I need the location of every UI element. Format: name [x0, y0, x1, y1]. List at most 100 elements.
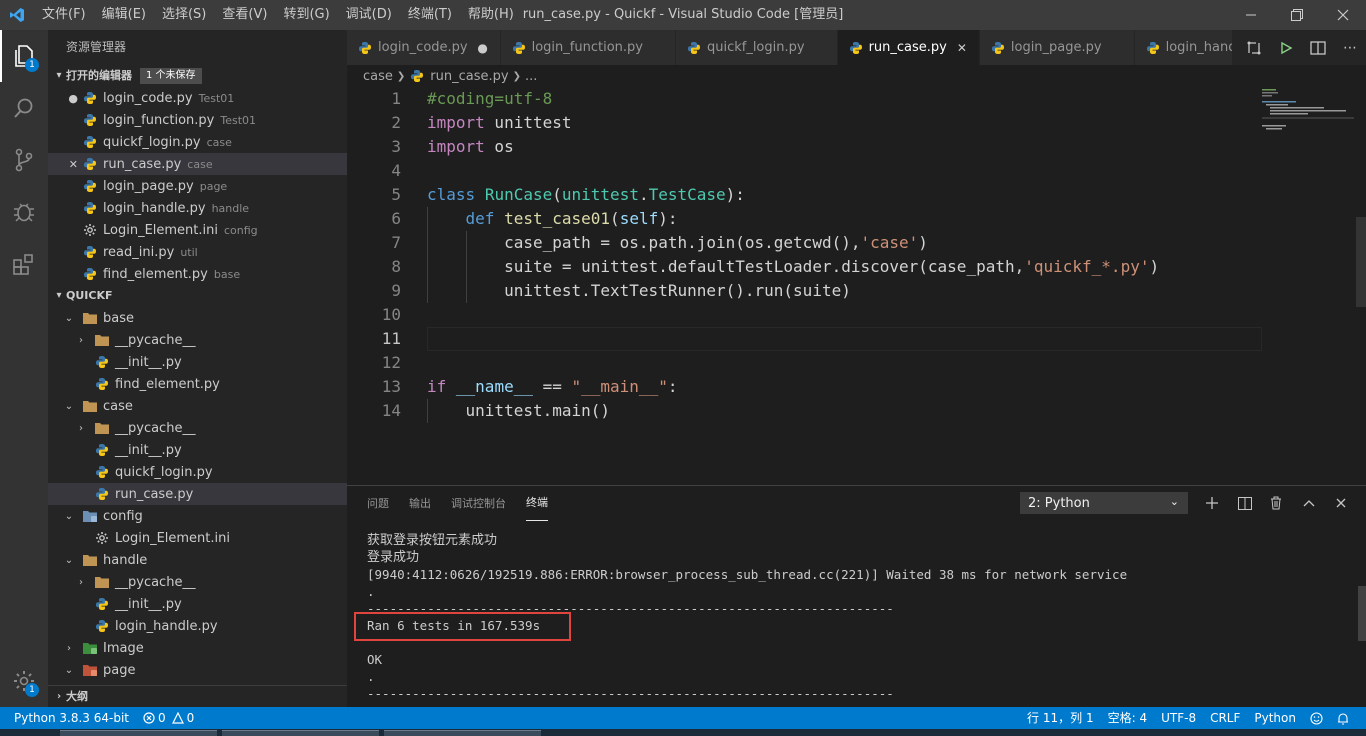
open-editor-item[interactable]: login_page.py page — [48, 175, 347, 197]
panel-tab[interactable]: 问题 — [367, 486, 389, 521]
open-editor-item[interactable]: quickf_login.py case — [48, 131, 347, 153]
unsaved-dot-icon[interactable]: ● — [48, 92, 82, 105]
outline-header[interactable]: › 大纲 — [48, 685, 347, 707]
tree-file[interactable]: login_handle.py — [48, 615, 347, 637]
extensions-icon[interactable] — [0, 238, 48, 290]
chevron-right-icon[interactable]: › — [74, 423, 88, 434]
tab-login-code[interactable]: login_code.py ● — [347, 30, 501, 65]
menu-item[interactable]: 调试(D) — [338, 0, 400, 30]
tree-file[interactable]: __init__.py — [48, 351, 347, 373]
menu-item[interactable]: 选择(S) — [154, 0, 214, 30]
taskbar-app[interactable] — [222, 730, 379, 736]
more-actions-icon[interactable]: ⋯ — [1334, 30, 1366, 65]
problems-indicator[interactable]: 0 0 — [136, 707, 201, 729]
minimize-icon[interactable] — [1228, 0, 1274, 30]
settings-gear-icon[interactable]: 1 — [0, 655, 48, 707]
tab-run-case[interactable]: run_case.py ✕ — [837, 30, 980, 65]
menu-item[interactable]: 查看(V) — [214, 0, 275, 30]
chevron-down-icon[interactable]: ⌄ — [62, 401, 76, 412]
panel-tab[interactable]: 输出 — [409, 486, 431, 521]
editor-scrollbar[interactable] — [1356, 217, 1366, 307]
tree-folder[interactable]: ⌄ page — [48, 659, 347, 681]
open-editor-item[interactable]: login_handle.py handle — [48, 197, 347, 219]
source-control-icon[interactable] — [0, 134, 48, 186]
notifications-bell-icon[interactable] — [1330, 707, 1356, 729]
tree-file[interactable]: run_case.py — [48, 483, 347, 505]
tree-folder[interactable]: ⌄ config — [48, 505, 347, 527]
chevron-right-icon[interactable]: › — [62, 643, 76, 654]
encoding[interactable]: UTF-8 — [1154, 707, 1203, 729]
tree-folder[interactable]: › __pycache__ — [48, 571, 347, 593]
breadcrumb-file[interactable]: run_case.py — [430, 69, 508, 84]
menu-item[interactable]: 转到(G) — [275, 0, 337, 30]
terminal-select[interactable]: 2: Python ⌄ — [1020, 492, 1188, 514]
tab-label: quickf_login.py — [706, 40, 805, 55]
explorer-icon[interactable]: 1 — [0, 30, 48, 82]
open-editor-item[interactable]: ● login_code.py Test01 — [48, 87, 347, 109]
chevron-down-icon[interactable]: ⌄ — [62, 313, 76, 324]
tree-file[interactable]: __init__.py — [48, 439, 347, 461]
cursor-position[interactable]: 行 11，列 1 — [1020, 707, 1101, 729]
chevron-right-icon[interactable]: › — [74, 577, 88, 588]
tree-folder[interactable]: ⌄ case — [48, 395, 347, 417]
tree-folder[interactable]: › __pycache__ — [48, 417, 347, 439]
split-terminal-icon[interactable] — [1231, 490, 1259, 516]
chevron-down-icon[interactable]: ⌄ — [62, 555, 76, 566]
end-of-line[interactable]: CRLF — [1203, 707, 1247, 729]
taskbar-app[interactable] — [384, 730, 541, 736]
open-editor-item[interactable]: read_ini.py util — [48, 241, 347, 263]
close-panel-icon[interactable] — [1327, 490, 1355, 516]
restore-icon[interactable] — [1274, 0, 1320, 30]
close-window-icon[interactable] — [1320, 0, 1366, 30]
indentation[interactable]: 空格: 4 — [1101, 707, 1155, 729]
tree-folder[interactable]: ⌄ handle — [48, 549, 347, 571]
tree-folder[interactable]: › Image — [48, 637, 347, 659]
language-mode[interactable]: Python — [1247, 707, 1303, 729]
taskbar-app[interactable] — [60, 730, 217, 736]
search-icon[interactable] — [0, 82, 48, 134]
breadcrumb-folder[interactable]: case — [363, 69, 393, 84]
menu-item[interactable]: 编辑(E) — [94, 0, 154, 30]
open-editor-item[interactable]: ✕ run_case.py case — [48, 153, 347, 175]
tree-file[interactable]: __init__.py — [48, 593, 347, 615]
menu-item[interactable]: 帮助(H) — [460, 0, 522, 30]
maximize-panel-icon[interactable] — [1295, 490, 1323, 516]
close-icon[interactable]: ✕ — [955, 41, 969, 55]
minimap[interactable] — [1262, 87, 1354, 147]
code-editor[interactable]: 1 #coding=utf-8 2 import unittest 3 import os… — [347, 87, 1366, 485]
outline-label: 大纲 — [66, 689, 88, 703]
tree-folder[interactable]: › __pycache__ — [48, 329, 347, 351]
trash-icon[interactable] — [1262, 490, 1290, 516]
open-editor-item[interactable]: login_function.py Test01 — [48, 109, 347, 131]
new-terminal-icon[interactable] — [1198, 490, 1226, 516]
panel-tab[interactable]: 终端 — [526, 486, 548, 521]
tab-login-function[interactable]: login_function.py — [500, 30, 676, 65]
panel-tab[interactable]: 调试控制台 — [451, 486, 506, 521]
open-editor-item[interactable]: Login_Element.ini config — [48, 219, 347, 241]
compare-changes-icon[interactable] — [1238, 30, 1270, 65]
open-editors-header[interactable]: ▾ 打开的编辑器 1 个未保存 — [48, 65, 347, 87]
tree-file[interactable]: quickf_login.py — [48, 461, 347, 483]
tab-login-page[interactable]: login_page.py — [979, 30, 1135, 65]
chevron-down-icon[interactable]: ⌄ — [62, 665, 76, 676]
close-icon[interactable]: ✕ — [48, 158, 82, 171]
terminal-scrollbar[interactable] — [1358, 586, 1366, 641]
menu-item[interactable]: 终端(T) — [400, 0, 460, 30]
debug-icon[interactable] — [0, 186, 48, 238]
breadcrumb-more[interactable]: ... — [525, 69, 537, 84]
folder-header[interactable]: ▾ QUICKF — [48, 285, 347, 307]
split-editor-icon[interactable] — [1302, 30, 1334, 65]
python-interpreter[interactable]: Python 3.8.3 64-bit — [0, 707, 136, 729]
tab-quickf-login[interactable]: quickf_login.py — [675, 30, 838, 65]
menu-item[interactable]: 文件(F) — [34, 0, 94, 30]
chevron-down-icon[interactable]: ⌄ — [62, 511, 76, 522]
chevron-right-icon[interactable]: › — [74, 335, 88, 346]
unsaved-dot-icon[interactable]: ● — [476, 41, 490, 55]
tree-folder[interactable]: ⌄ base — [48, 307, 347, 329]
feedback-smiley-icon[interactable] — [1303, 707, 1330, 729]
open-editor-item[interactable]: find_element.py base — [48, 263, 347, 285]
tree-file[interactable]: Login_Element.ini — [48, 527, 347, 549]
run-icon[interactable] — [1270, 30, 1302, 65]
tree-file[interactable]: find_element.py — [48, 373, 347, 395]
code-line: 5 class RunCase(unittest.TestCase): — [347, 183, 1262, 207]
